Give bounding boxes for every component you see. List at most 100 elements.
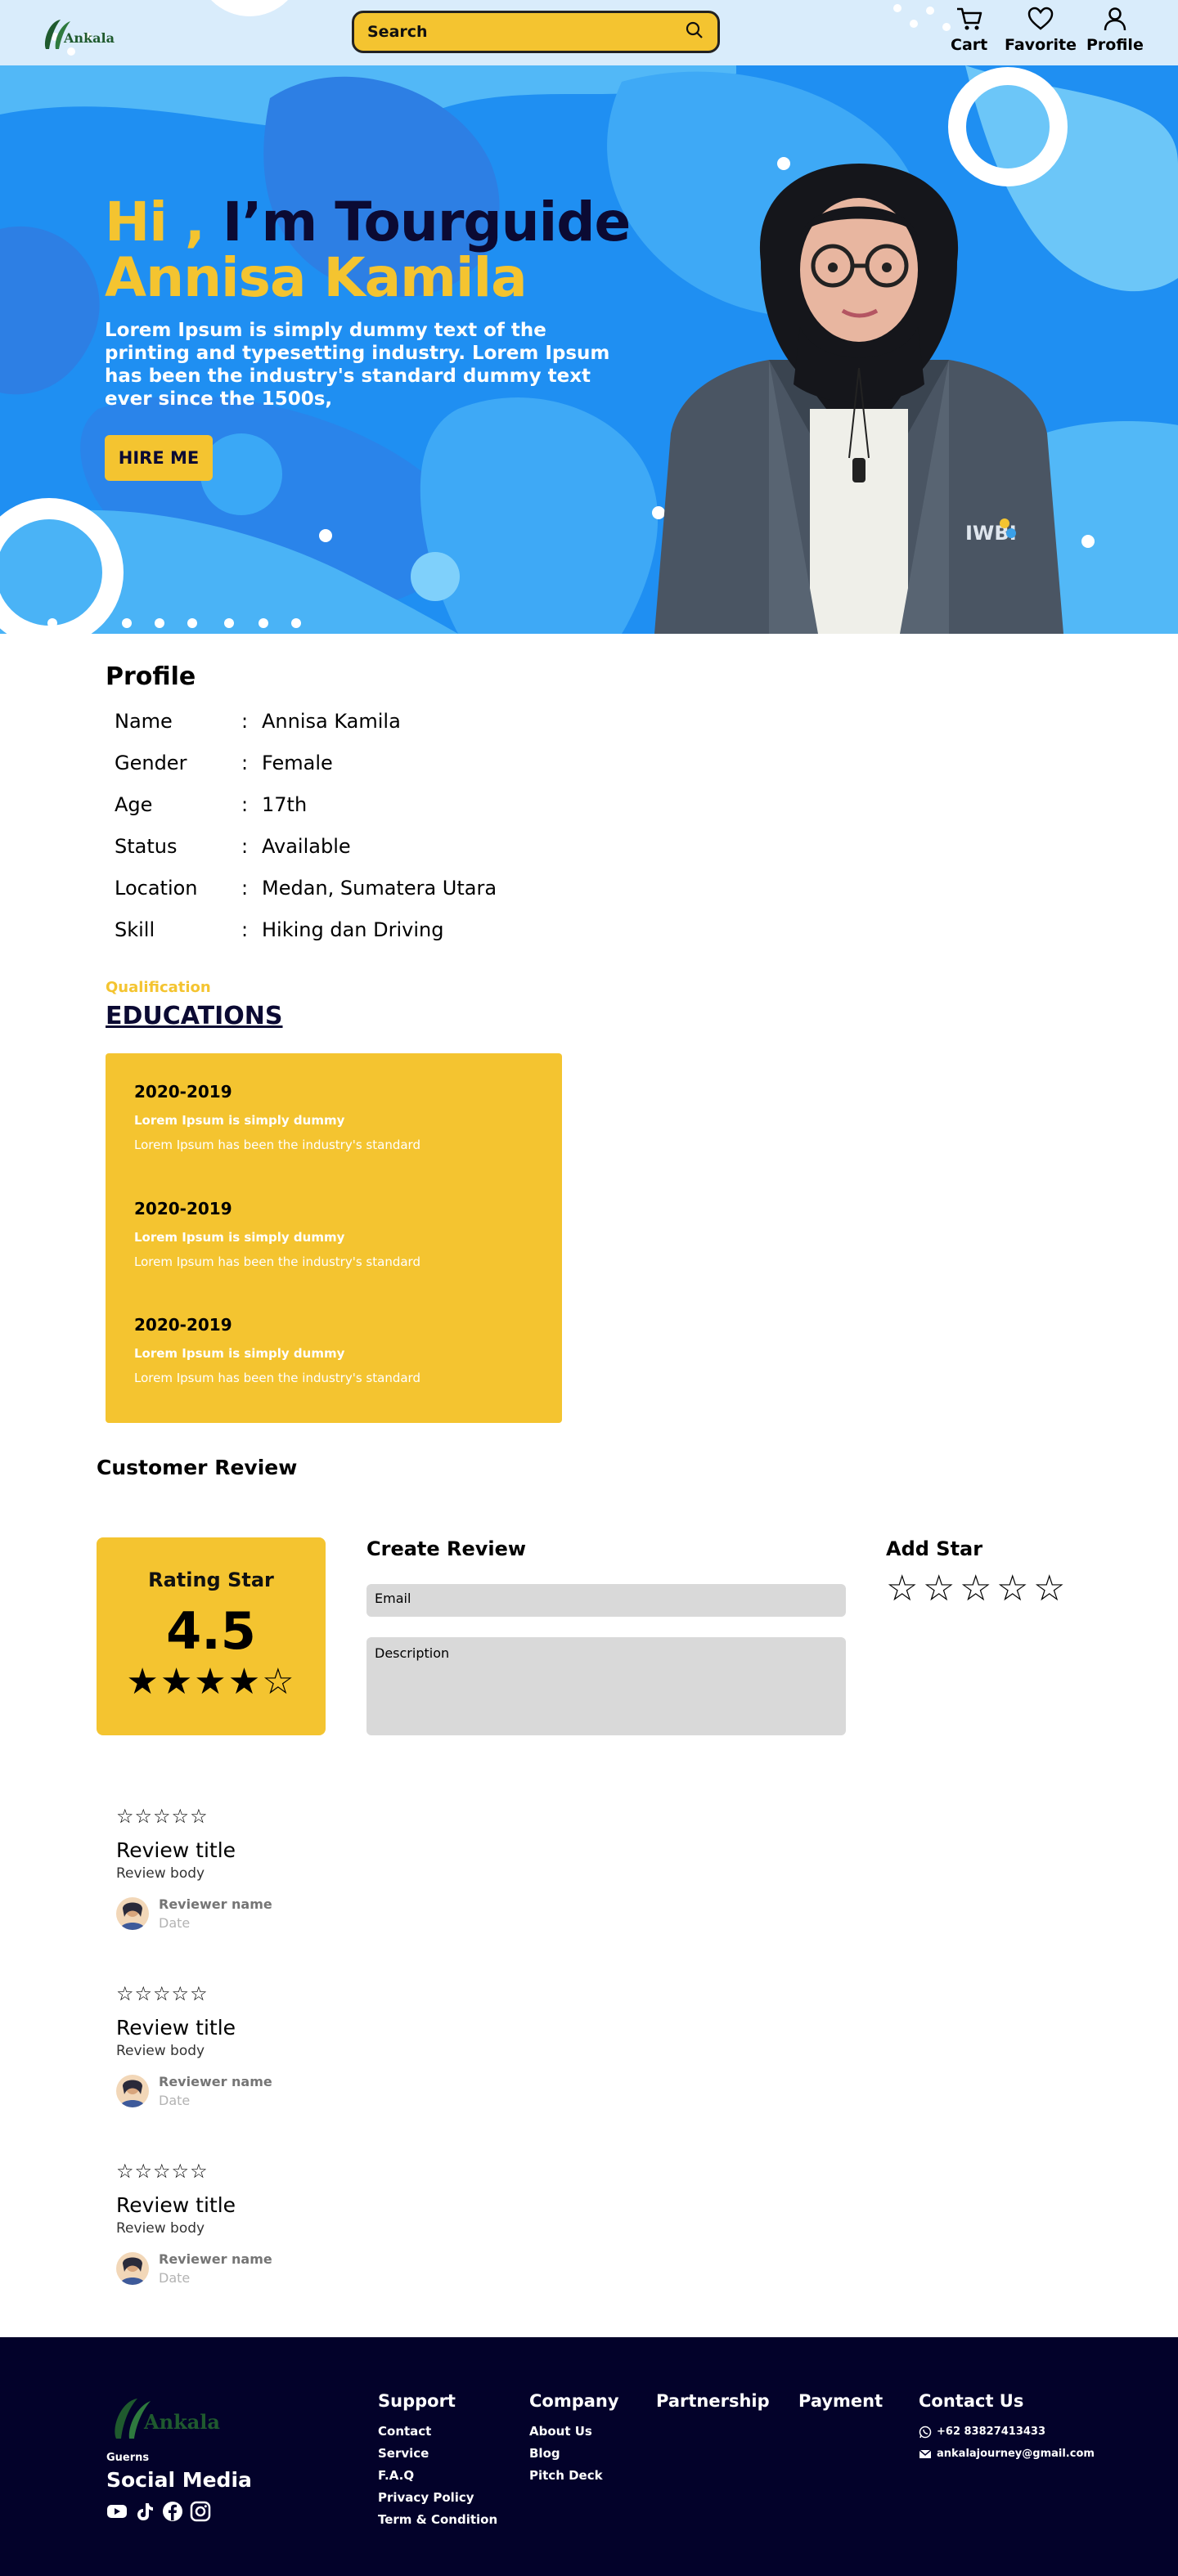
whatsapp-icon — [919, 2426, 932, 2438]
avatar — [116, 2252, 149, 2285]
profile-key: Name — [115, 710, 173, 733]
star-3-icon[interactable]: ☆ — [960, 1568, 996, 1609]
reviewer: Reviewer name Date — [116, 2251, 272, 2286]
svg-text:Ankala: Ankala — [143, 2410, 220, 2434]
education-body: Lorem Ipsum has been the industry's stan… — [134, 1371, 420, 1385]
youtube-icon[interactable] — [106, 2501, 128, 2525]
instagram-icon[interactable] — [190, 2501, 211, 2525]
footer-ankala-logo[interactable]: Ankala — [106, 2394, 225, 2442]
footer-email[interactable]: ankalajourney@gmail.com — [919, 2443, 1095, 2465]
create-review-title: Create Review — [366, 1537, 527, 1560]
footer-link-service[interactable]: Service — [378, 2443, 497, 2465]
footer-link-faq[interactable]: F.A.Q — [378, 2465, 497, 2487]
footer-guerns: Guerns — [106, 2452, 150, 2464]
review-date: Date — [159, 2270, 191, 2286]
footer-phone-text: +62 83827413433 — [937, 2426, 1046, 2438]
rating-label: Rating Star — [148, 1568, 274, 1591]
add-star-selector[interactable]: ☆ ☆ ☆ ☆ ☆ — [886, 1568, 1070, 1609]
footer-payment-title[interactable]: Payment — [798, 2391, 883, 2411]
star-1-icon[interactable]: ☆ — [886, 1568, 923, 1609]
avatar — [116, 2075, 149, 2107]
profile-key: Location — [115, 877, 198, 900]
search-icon[interactable] — [685, 20, 704, 43]
education-item: 2020-2019 Lorem Ipsum is simply dummy Lo… — [134, 1315, 420, 1385]
footer-link-pitch-deck[interactable]: Pitch Deck — [529, 2465, 619, 2487]
footer-company-title: Company — [529, 2391, 619, 2411]
footer-link-contact[interactable]: Contact — [378, 2421, 497, 2443]
rating-value: 4.5 — [166, 1601, 256, 1661]
footer-link-privacy[interactable]: Privacy Policy — [378, 2487, 497, 2509]
review-date: Date — [159, 2093, 191, 2108]
cart-icon[interactable] — [955, 7, 983, 34]
ankala-logo[interactable]: Ankala — [39, 16, 121, 52]
nav-profile-label: Profile — [1086, 36, 1144, 54]
profile-row-status: Status: Available — [115, 835, 351, 863]
hero-greeting: Hi , — [105, 191, 205, 254]
review-email-field[interactable]: Email — [366, 1584, 846, 1617]
education-subtitle: Lorem Ipsum is simply dummy — [134, 1113, 345, 1128]
profile-key: Skill — [115, 918, 155, 941]
education-year: 2020-2019 — [134, 1199, 232, 1218]
review-description-field[interactable]: Description — [366, 1637, 846, 1735]
hire-me-button[interactable]: HIRE ME — [105, 435, 213, 481]
tiktok-icon[interactable] — [134, 2501, 155, 2525]
profile-key: Age — [115, 793, 153, 816]
profile-value: Hiking dan Driving — [262, 918, 444, 941]
heart-icon[interactable] — [1027, 7, 1054, 34]
footer-link-about[interactable]: About Us — [529, 2421, 619, 2443]
footer-support: Support Contact Service F.A.Q Privacy Po… — [378, 2391, 497, 2531]
star-5-icon[interactable]: ☆ — [1033, 1568, 1070, 1609]
search-input[interactable]: Search — [367, 23, 685, 41]
hero-description: Lorem Ipsum is simply dummy text of the … — [105, 320, 610, 410]
reviewer: Reviewer name Date — [116, 2074, 272, 2108]
education-year: 2020-2019 — [134, 1315, 232, 1335]
footer-link-terms[interactable]: Term & Condition — [378, 2509, 497, 2531]
education-subtitle: Lorem Ipsum is simply dummy — [134, 1346, 345, 1361]
review-title: Review title — [116, 1838, 236, 1862]
decorative-dot — [893, 4, 901, 12]
education-subtitle: Lorem Ipsum is simply dummy — [134, 1230, 345, 1245]
mail-icon — [919, 2448, 932, 2458]
tourguide-photo: IWBI — [646, 164, 1072, 634]
social-media-title: Social Media — [106, 2468, 252, 2492]
user-icon[interactable] — [1101, 7, 1129, 34]
decorative-dot — [926, 7, 934, 15]
profile-row-name: Name: Annisa Kamila — [115, 710, 401, 738]
review-stars: ☆☆☆☆☆ — [116, 1982, 209, 2005]
rating-summary-card: Rating Star 4.5 ★★★★☆ — [97, 1537, 326, 1735]
reviewer-name: Reviewer name — [159, 2251, 272, 2267]
top-header: Ankala Search Cart Favorite Profile — [0, 0, 1178, 65]
decorative-dot — [942, 23, 951, 31]
star-2-icon[interactable]: ☆ — [923, 1568, 960, 1609]
profile-sep: : — [241, 752, 249, 774]
profile-row-skill: Skill: Hiking dan Driving — [115, 918, 443, 946]
nav-profile[interactable]: Profile — [1086, 7, 1144, 54]
educations-card: 2020-2019 Lorem Ipsum is simply dummy Lo… — [106, 1053, 562, 1423]
review-title: Review title — [116, 2016, 236, 2040]
review-card: ☆☆☆☆☆ Review title Review body Reviewer … — [116, 1983, 272, 2108]
profile-row-age: Age:17th — [115, 793, 307, 821]
nav-cart[interactable]: Cart — [951, 7, 987, 54]
rating-stars: ★★★★☆ — [126, 1661, 296, 1703]
profile-value: Female — [262, 752, 333, 774]
search-bar[interactable]: Search — [352, 11, 720, 53]
nav-favorite[interactable]: Favorite — [1005, 7, 1077, 54]
education-item: 2020-2019 Lorem Ipsum is simply dummy Lo… — [134, 1199, 420, 1269]
footer-phone[interactable]: +62 83827413433 — [919, 2421, 1095, 2443]
profile-sep: : — [241, 918, 249, 941]
add-star-title: Add Star — [886, 1537, 983, 1560]
footer-link-blog[interactable]: Blog — [529, 2443, 619, 2465]
review-stars: ☆☆☆☆☆ — [116, 1805, 209, 1828]
star-4-icon[interactable]: ☆ — [996, 1568, 1033, 1609]
profile-sep: : — [241, 793, 249, 816]
review-body: Review body — [116, 2220, 205, 2237]
profile-value: 17th — [262, 793, 308, 816]
profile-sep: : — [241, 835, 249, 858]
footer-partnership-title[interactable]: Partnership — [656, 2391, 770, 2411]
site-footer: Ankala Guerns Social Media Support Conta… — [0, 2337, 1178, 2576]
profile-title: Profile — [106, 662, 196, 691]
reviewer: Reviewer name Date — [116, 1896, 272, 1931]
nav-favorite-label: Favorite — [1005, 36, 1077, 54]
education-item: 2020-2019 Lorem Ipsum is simply dummy Lo… — [134, 1082, 420, 1152]
facebook-icon[interactable] — [162, 2501, 183, 2525]
